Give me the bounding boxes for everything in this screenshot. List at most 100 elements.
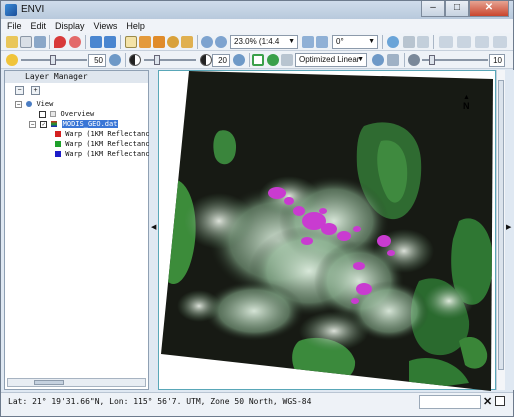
tree-node-overview[interactable]: Overview — [39, 109, 94, 119]
chevron-down-icon: ▼ — [357, 56, 364, 63]
refresh-icon[interactable] — [267, 54, 279, 66]
chevron-down-icon: ▼ — [368, 38, 375, 45]
collapse-toggle-icon[interactable]: − — [29, 120, 36, 128]
tree-node-band-blue[interactable]: Warp (1KM Reflectance — [55, 149, 154, 159]
north-label: N — [463, 101, 470, 111]
stretch-type-combo[interactable]: Optimized Linear ▼ — [295, 53, 367, 67]
chevron-right-icon[interactable]: ▶ — [506, 223, 511, 231]
fly-icon[interactable] — [153, 36, 165, 48]
overview-checkbox[interactable] — [39, 110, 46, 118]
brightness-slider-handle[interactable] — [50, 55, 56, 65]
band-blue-label: Warp (1KM Reflectance — [65, 150, 154, 158]
band-red-label: Warp (1KM Reflectance — [65, 130, 154, 138]
flicker-icon[interactable] — [457, 36, 471, 48]
tree-node-view-label: View — [36, 100, 54, 108]
tree-node-band-red[interactable]: Warp (1KM Reflectance — [55, 129, 154, 139]
stretch-type-value: Optimized Linear — [299, 55, 360, 64]
rotate-icon[interactable] — [167, 36, 179, 48]
contrast-value[interactable]: 20 — [212, 54, 230, 67]
file-checkbox[interactable]: ✓ — [40, 120, 48, 128]
contrast-slider[interactable] — [144, 59, 196, 61]
tree-node-band-green[interactable]: Warp (1KM Reflectance — [55, 139, 154, 149]
menu-bar: File Edit Display Views Help — [1, 19, 513, 33]
reset-brightness-icon[interactable] — [109, 54, 121, 66]
open-file-icon[interactable] — [6, 36, 18, 48]
tree-node-view[interactable]: − View — [15, 99, 53, 109]
zoom-level-combo[interactable]: 23.0% (1:4.4 ▼ — [230, 35, 298, 49]
stretch-settings-icon[interactable] — [281, 54, 293, 66]
pan-icon[interactable] — [139, 36, 151, 48]
undo-icon[interactable] — [90, 36, 102, 48]
menu-display[interactable]: Display — [55, 21, 85, 31]
redo-icon[interactable] — [104, 36, 116, 48]
layer-panel-hscroll-thumb[interactable] — [34, 380, 64, 385]
crosshair-icon[interactable] — [69, 36, 81, 48]
sharpen-slider-handle[interactable] — [429, 55, 435, 65]
tree-node-file[interactable]: − ✓ MODIS_GEO.dat — [29, 119, 119, 129]
brightness-icon — [6, 54, 18, 66]
close-button[interactable]: ✕ — [469, 1, 509, 17]
zoom-in-icon[interactable] — [201, 36, 213, 48]
right-panel-toggle[interactable]: ▶ — [506, 70, 514, 390]
expand-all-icon[interactable]: + — [31, 86, 40, 95]
chevron-left-icon[interactable]: ◀ — [151, 223, 156, 231]
vector-icon[interactable] — [403, 36, 415, 48]
collapse-all-icon[interactable]: − — [15, 86, 24, 95]
roam-icon[interactable] — [181, 36, 193, 48]
menu-views[interactable]: Views — [94, 21, 118, 31]
annotation-icon[interactable] — [417, 36, 429, 48]
image-view[interactable]: ▲ N — [158, 70, 497, 391]
layer-manager-panel: Layer Manager − + − View Overview − ✓ MO… — [4, 70, 154, 390]
blend-icon[interactable] — [493, 36, 507, 48]
raster-icon — [51, 121, 58, 127]
rotation-value: 0° — [336, 37, 344, 46]
collapse-toggle-icon[interactable]: − — [15, 100, 22, 108]
cursor-location: Lat: 21° 19'31.66"N, Lon: 115° 56'7. UTM… — [8, 397, 312, 406]
envi-app-icon — [5, 4, 17, 16]
overview-icon — [50, 111, 57, 117]
minimize-button[interactable]: – — [421, 1, 445, 17]
swipe-icon[interactable] — [475, 36, 489, 48]
layer-panel-hscrollbar[interactable] — [7, 378, 146, 387]
menu-edit[interactable]: Edit — [31, 21, 47, 31]
green-band-swatch — [55, 141, 61, 147]
rotate-right-icon[interactable] — [316, 36, 328, 48]
zoom-level-value: 23.0% (1:4.4 — [234, 37, 280, 46]
status-panel-icon[interactable] — [495, 396, 505, 406]
globe-icon[interactable] — [387, 36, 399, 48]
reset-contrast-icon[interactable] — [233, 54, 245, 66]
cancel-process-icon[interactable]: ✕ — [483, 395, 492, 408]
contrast-icon — [129, 54, 141, 66]
portal-icon[interactable] — [439, 36, 453, 48]
satellite-image[interactable] — [159, 71, 497, 391]
menu-help[interactable]: Help — [126, 21, 145, 31]
blue-band-swatch — [55, 151, 61, 157]
data-manager-icon[interactable] — [20, 36, 32, 48]
brightness-value[interactable]: 50 — [88, 54, 106, 67]
select-cursor-icon[interactable] — [125, 36, 137, 48]
panel-collapse-handle[interactable]: ◀ — [150, 70, 158, 390]
zoom-out-icon[interactable] — [215, 36, 227, 48]
sharpen-value[interactable]: 10 — [489, 54, 505, 67]
histogram-icon[interactable] — [387, 54, 399, 66]
chevron-down-icon: ▼ — [288, 38, 295, 45]
layer-manager-icon[interactable] — [34, 36, 46, 48]
tree-node-file-label: MODIS_GEO.dat — [61, 120, 119, 128]
crop-icon[interactable] — [252, 54, 264, 66]
main-toolbar: 23.0% (1:4.4 ▼ 0° ▼ — [1, 33, 513, 51]
title-bar: ENVI – □ ✕ — [1, 1, 513, 19]
view-vscrollbar[interactable] — [496, 70, 505, 390]
status-bar: Lat: 21° 19'31.66"N, Lon: 115° 56'7. UTM… — [1, 392, 513, 416]
view-vscroll-thumb[interactable] — [498, 80, 504, 370]
contrast-slider-handle[interactable] — [154, 55, 160, 65]
sharpen-icon — [408, 54, 420, 66]
rotation-combo[interactable]: 0° ▼ — [332, 35, 378, 49]
rotate-left-icon[interactable] — [302, 36, 314, 48]
contrast-alt-icon — [200, 54, 212, 66]
menu-file[interactable]: File — [7, 21, 22, 31]
reset-stretch-icon[interactable] — [372, 54, 384, 66]
maximize-button[interactable]: □ — [445, 1, 469, 17]
red-band-swatch — [55, 131, 61, 137]
layer-manager-title: Layer Manager — [5, 71, 148, 83]
pin-icon[interactable] — [54, 36, 66, 48]
